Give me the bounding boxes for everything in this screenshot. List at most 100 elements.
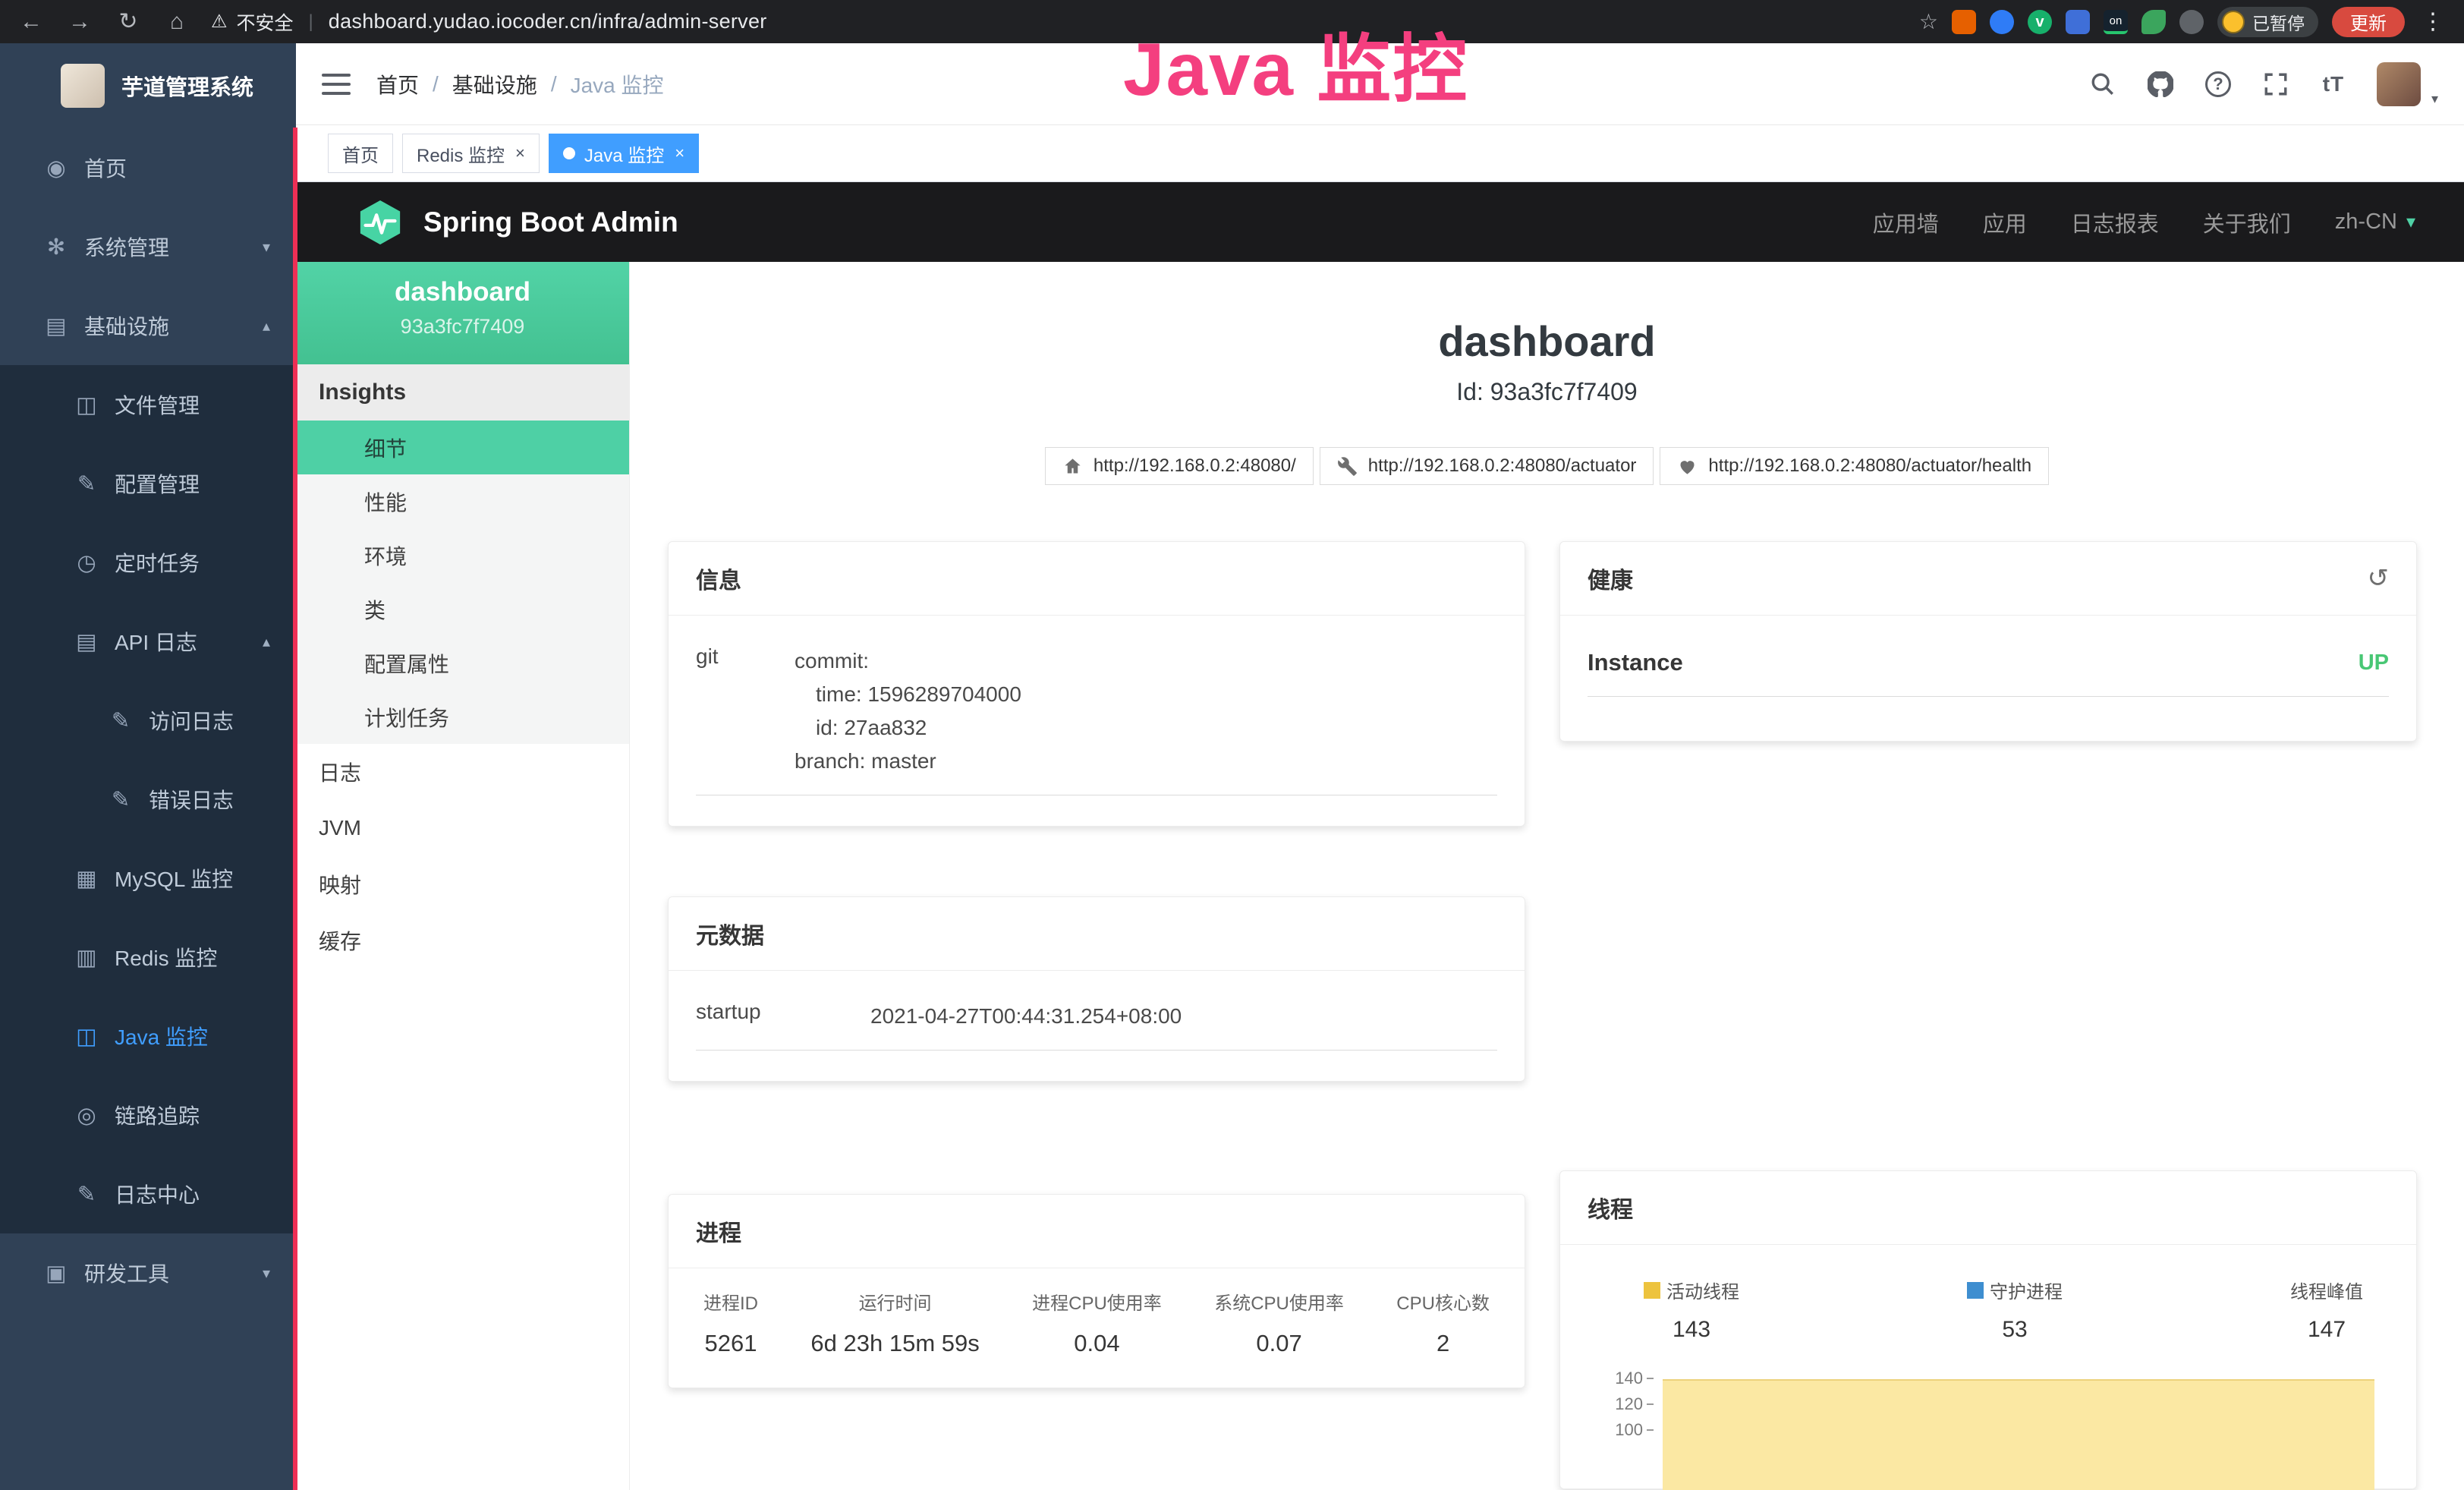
- extension-grid-icon[interactable]: [2066, 10, 2090, 34]
- bookmark-icon[interactable]: ☆: [1919, 9, 1938, 34]
- menu-label: MySQL 监控: [115, 863, 233, 893]
- link-label: http://192.168.0.2:48080/actuator: [1368, 455, 1637, 477]
- sba-title: Spring Boot Admin: [423, 206, 678, 238]
- back-icon[interactable]: ←: [17, 9, 46, 35]
- sba-nav-journal[interactable]: 日志报表: [2071, 206, 2159, 238]
- instance-header[interactable]: dashboard 93a3fc7f7409: [296, 262, 629, 364]
- extension-drop-icon[interactable]: [1990, 10, 2014, 34]
- sidebar-item-devtools[interactable]: ▣ 研发工具 ▾: [0, 1233, 296, 1312]
- legend-swatch-blue: [1967, 1282, 1984, 1299]
- insight-item-details[interactable]: 细节: [296, 421, 629, 474]
- insight-item-metrics[interactable]: 性能: [296, 474, 629, 528]
- sidebar-item-infra[interactable]: ▤ 基础设施 ▴: [0, 286, 296, 365]
- address-bar[interactable]: ⚠ 不安全 | dashboard.yudao.iocoder.cn/infra…: [211, 8, 767, 36]
- insight-item-environment[interactable]: 环境: [296, 528, 629, 582]
- sidebar-item-api-log[interactable]: ▤ API 日志 ▴: [0, 602, 296, 681]
- wrench-icon: [1337, 456, 1358, 477]
- extension-puzzle-icon[interactable]: [2179, 10, 2204, 34]
- search-icon[interactable]: [2088, 70, 2117, 99]
- tab-home[interactable]: 首页: [328, 134, 393, 173]
- profile-paused-chip[interactable]: 已暂停: [2217, 7, 2318, 37]
- menu-label: 定时任务: [115, 547, 200, 578]
- y-tick: 140: [1560, 1369, 1655, 1394]
- cards-grid: 信息 git commit: time: 1596289704000 id: 2…: [630, 541, 2464, 1489]
- sidebar-item-access-log[interactable]: ✎ 访问日志: [0, 681, 296, 760]
- sba-nav-about[interactable]: 关于我们: [2203, 206, 2291, 238]
- actuator-url-link[interactable]: http://192.168.0.2:48080/actuator: [1320, 447, 1654, 485]
- sidebar-item-logs[interactable]: 日志: [296, 744, 629, 800]
- sidebar-item-log-center[interactable]: ✎ 日志中心: [0, 1155, 296, 1233]
- extension-leaf-icon[interactable]: [2141, 10, 2166, 34]
- sidebar-item-error-log[interactable]: ✎ 错误日志: [0, 760, 296, 839]
- sba-brand[interactable]: Spring Boot Admin: [357, 199, 678, 246]
- redis-icon: ▥: [72, 944, 101, 971]
- menu-label: 访问日志: [149, 705, 234, 736]
- sidebar-item-config[interactable]: ✎ 配置管理: [0, 444, 296, 523]
- close-icon[interactable]: ×: [515, 143, 525, 163]
- sidebar-item-redis[interactable]: ▥ Redis 监控: [0, 918, 296, 997]
- sidebar-item-files[interactable]: ◫ 文件管理: [0, 365, 296, 444]
- sidebar-item-system[interactable]: ✻ 系统管理 ▾: [0, 207, 296, 286]
- insight-item-configprops[interactable]: 配置属性: [296, 636, 629, 690]
- git-time-line: time: 1596289704000: [795, 678, 1021, 711]
- page-url[interactable]: dashboard.yudao.iocoder.cn/infra/admin-s…: [329, 10, 767, 33]
- process-card-body: 进程ID 5261 运行时间 6d 23h 15m 59s 进程CPU使用率 0…: [669, 1268, 1525, 1388]
- info-card-body: git commit: time: 1596289704000 id: 27aa…: [669, 616, 1525, 826]
- sba-nav-applications[interactable]: 应用: [1983, 206, 2027, 238]
- forward-icon[interactable]: →: [65, 9, 94, 35]
- history-icon[interactable]: ↺: [2368, 563, 2390, 594]
- locale-selector[interactable]: zh-CN ▾: [2335, 209, 2415, 235]
- legend-peak-threads: 线程峰值 147: [2290, 1277, 2363, 1343]
- update-button[interactable]: 更新: [2332, 7, 2405, 37]
- sba-nav-wallboard[interactable]: 应用墙: [1873, 206, 1939, 238]
- process-col-value: 5261: [703, 1330, 758, 1357]
- sidebar-item-java[interactable]: ◫ Java 监控: [0, 997, 296, 1076]
- browser-menu-icon[interactable]: ⋮: [2418, 8, 2447, 35]
- health-url-link[interactable]: http://192.168.0.2:48080/actuator/health: [1660, 447, 2049, 485]
- insight-item-scheduled[interactable]: 计划任务: [296, 690, 629, 744]
- font-size-icon[interactable]: tT: [2319, 70, 2348, 99]
- tab-redis[interactable]: Redis 监控 ×: [402, 134, 540, 173]
- process-col-cores: CPU核心数 2: [1396, 1288, 1490, 1357]
- service-url-link[interactable]: http://192.168.0.2:48080/: [1045, 447, 1314, 485]
- extension-check-icon[interactable]: v: [2028, 10, 2052, 34]
- info-row-git: git commit: time: 1596289704000 id: 27aa…: [696, 623, 1497, 795]
- metadata-row-value: 2021-04-27T00:44:31.254+08:00: [870, 1000, 1182, 1033]
- health-status-badge: UP: [2359, 650, 2389, 676]
- git-commit-line: commit:: [795, 644, 1021, 678]
- help-icon[interactable]: ?: [2204, 70, 2233, 99]
- health-card-head: 健康 ↺: [1560, 542, 2416, 616]
- breadcrumb-infra[interactable]: 基础设施: [452, 69, 537, 99]
- reload-icon[interactable]: ↻: [114, 8, 143, 35]
- close-icon[interactable]: ×: [675, 143, 684, 163]
- breadcrumb-home[interactable]: 首页: [376, 69, 419, 99]
- sidebar-item-mappings[interactable]: 映射: [296, 856, 629, 912]
- user-avatar[interactable]: [2377, 62, 2421, 106]
- instance-name: dashboard: [296, 277, 629, 307]
- process-col-value: 6d 23h 15m 59s: [810, 1330, 979, 1357]
- home-icon[interactable]: ⌂: [162, 9, 191, 35]
- app-logo[interactable]: 芋道管理系统: [0, 43, 296, 128]
- menu-label: 文件管理: [115, 389, 200, 420]
- warning-icon: ⚠: [211, 11, 228, 33]
- fullscreen-icon[interactable]: [2261, 70, 2290, 99]
- hamburger-icon[interactable]: [322, 74, 351, 95]
- extension-on-badge[interactable]: on: [2104, 10, 2128, 34]
- insight-item-classes[interactable]: 类: [296, 582, 629, 636]
- sidebar-item-mysql[interactable]: ▦ MySQL 监控: [0, 839, 296, 918]
- process-card: 进程 进程ID 5261 运行时间 6d 23h 15m 59s 进程CPU使用…: [668, 1194, 1525, 1388]
- sidebar-item-jobs[interactable]: ◷ 定时任务: [0, 523, 296, 602]
- github-icon[interactable]: [2146, 70, 2175, 99]
- sidebar-item-trace[interactable]: ◎ 链路追踪: [0, 1076, 296, 1155]
- header-actions: ? tT ▾: [2088, 61, 2438, 107]
- sidebar-item-home[interactable]: ◉ 首页: [0, 128, 296, 207]
- menu-label: Redis 监控: [115, 942, 217, 972]
- legend-label: 线程峰值: [2290, 1277, 2363, 1303]
- extension-fox-icon[interactable]: [1952, 10, 1976, 34]
- sidebar-item-caches[interactable]: 缓存: [296, 912, 629, 969]
- link-label: http://192.168.0.2:48080/actuator/health: [1708, 455, 2031, 477]
- menu-label: 研发工具: [84, 1258, 169, 1288]
- tab-java[interactable]: Java 监控 ×: [549, 134, 699, 173]
- sidebar-item-jvm[interactable]: JVM: [296, 800, 629, 856]
- legend-label: 守护进程: [1990, 1277, 2063, 1303]
